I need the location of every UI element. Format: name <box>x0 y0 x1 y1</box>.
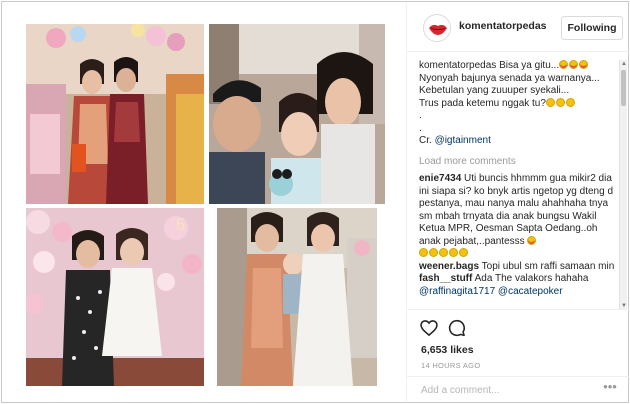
scroll-up-arrow-icon[interactable]: ▲ <box>621 61 627 67</box>
svg-text:6: 6 <box>176 214 185 234</box>
laughing-emoji-icon <box>449 248 458 257</box>
comment-item: fash__stuff Ada The valakors hahaha @raf… <box>419 273 615 298</box>
likes-count[interactable]: 6,653 likes <box>421 344 474 356</box>
comments-scrollbar[interactable]: ▲ ▼ <box>619 60 627 309</box>
caption-line-4-wrap: Trus pada ketemu nggak tu? <box>419 97 615 111</box>
laughing-emoji-icon <box>429 248 438 257</box>
comment-item: weener.bags Topi ubul sm raffi samaan mi… <box>419 261 615 274</box>
laughing-emoji-icon <box>545 97 555 107</box>
following-button[interactable]: Following <box>561 16 623 40</box>
comment-author[interactable]: enie7434 <box>419 173 461 184</box>
credit-prefix: Cr. <box>419 135 435 146</box>
caption-line-4: Trus pada ketemu nggak tu? <box>419 97 546 109</box>
comments-section[interactable]: komentatorpedas Bisa ya gitu... Nyonyah … <box>407 56 629 309</box>
tongue-emoji-icon <box>527 235 537 245</box>
post-details-panel: komentatorpedas Following komentatorpeda… <box>406 4 629 401</box>
laughing-emoji-icon <box>555 97 565 107</box>
caption-line-3: Kebetulan yang zuuuper syekali... <box>419 85 570 96</box>
comments-scroll-area: komentatorpedas Bisa ya gitu... Nyonyah … <box>419 60 615 298</box>
credit-mention-link[interactable]: @igtainment <box>435 135 491 146</box>
post-author-username[interactable]: komentatorpedas <box>459 20 547 32</box>
caption-line-2: Nyonyah bajunya senada ya warnanya... <box>419 72 600 84</box>
red-lips-logo-icon <box>425 16 450 41</box>
post-actions: 6,653 likes 14 HOURS AGO ••• <box>407 309 629 401</box>
laughing-emoji-icon <box>419 248 428 257</box>
caption-author[interactable]: komentatorpedas <box>419 60 496 71</box>
laughing-emoji-icon <box>439 248 448 257</box>
speech-bubble-icon[interactable] <box>447 318 467 338</box>
comment-author[interactable]: fash__stuff <box>419 273 472 284</box>
laughing-emoji-icon <box>459 248 468 257</box>
load-more-comments-link[interactable]: Load more comments <box>419 156 615 169</box>
avatar[interactable] <box>423 14 451 42</box>
caption-credit: Cr. @igtainment <box>419 135 615 148</box>
photo-tile-bottom-left: 6 <box>26 208 204 386</box>
comment-item: enie7434 Uti buncis hhmmm gua mikir2 dia… <box>419 173 615 261</box>
instagram-post-embed: 6 komentatorpedas Following komentatorpe… <box>1 1 629 403</box>
comment-mentions[interactable]: @raffinagita1717 @cacatepoker <box>419 286 563 297</box>
comment-text: Uti buncis hhmmm gua mikir2 dia ini siap… <box>419 173 614 247</box>
tongue-emoji-icon <box>579 60 589 69</box>
comment-text: Topi ubul sm raffi samaan min <box>481 260 615 272</box>
comment-text: Ada The valakors hahaha <box>474 273 589 284</box>
laughing-emoji-icon <box>565 97 575 107</box>
post-photo-collage[interactable]: 6 <box>4 4 404 401</box>
caption: komentatorpedas Bisa ya gitu... <box>419 60 615 73</box>
caption-dot: . <box>419 110 422 121</box>
comment-author[interactable]: weener.bags <box>419 261 479 272</box>
photo-tile-bottom-right <box>217 208 377 386</box>
photo-tile-top-left <box>26 24 204 204</box>
post-header: komentatorpedas Following <box>407 4 629 52</box>
add-comment-input[interactable] <box>421 382 591 398</box>
scrollbar-thumb[interactable] <box>621 70 626 106</box>
tongue-emoji-icon <box>569 60 579 69</box>
tongue-emoji-icon <box>559 60 569 69</box>
post-timestamp: 14 HOURS AGO <box>421 361 481 370</box>
caption-dot: . <box>419 122 422 134</box>
add-comment-bar: ••• <box>407 376 629 402</box>
heart-outline-icon[interactable] <box>419 318 439 338</box>
photo-tile-top-right <box>209 24 385 204</box>
more-options-button[interactable]: ••• <box>601 380 619 397</box>
caption-line-1: Bisa ya gitu... <box>499 60 560 71</box>
